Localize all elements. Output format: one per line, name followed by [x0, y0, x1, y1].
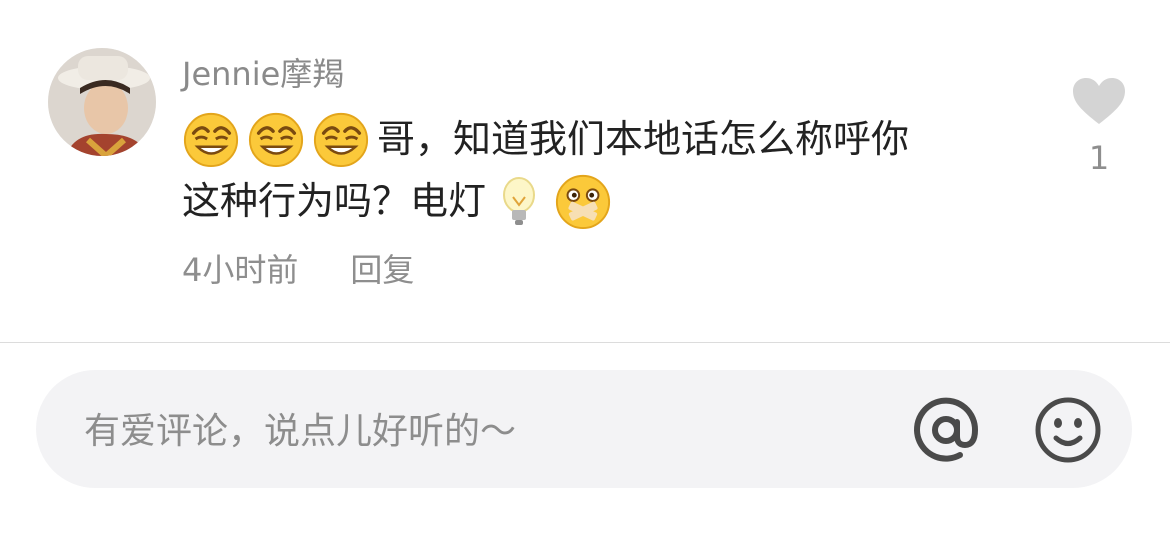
- comment-text-line-2: 这种行为吗？电灯: [182, 179, 487, 223]
- light-bulb-icon: [496, 175, 542, 227]
- smirk-face-icon: [182, 110, 240, 168]
- username[interactable]: Jennie摩羯: [182, 52, 344, 96]
- smirk-face-icon: [247, 110, 305, 168]
- comment-time: 4小时前: [182, 251, 299, 289]
- smile-face-icon: [1035, 397, 1101, 463]
- comment-line-1: 哥，知道我们本地话怎么称呼你: [182, 108, 1042, 170]
- emoji-button[interactable]: [1030, 392, 1106, 468]
- mention-button[interactable]: [908, 392, 984, 468]
- smirk-face-icon: [312, 110, 370, 168]
- reply-button[interactable]: 回复: [350, 246, 414, 294]
- heart-icon: [1073, 78, 1125, 124]
- comment-text-line-1: 哥，知道我们本地话怎么称呼你: [377, 117, 910, 161]
- comment-line-2: 这种行为吗？电灯: [182, 170, 1042, 232]
- at-icon: [914, 397, 979, 462]
- comment-input[interactable]: [82, 400, 846, 462]
- avatar-image: [48, 48, 156, 156]
- avatar[interactable]: [48, 48, 156, 156]
- mouth-taped-face-icon: [554, 172, 612, 230]
- comment-meta: 4小时前 回复: [182, 246, 414, 294]
- divider: [0, 342, 1170, 343]
- comment-composer: [36, 370, 1132, 488]
- like-button[interactable]: 1: [1068, 76, 1130, 178]
- like-count: 1: [1088, 139, 1110, 177]
- comment-body: 哥，知道我们本地话怎么称呼你 这种行为吗？电灯: [182, 108, 1042, 232]
- comment-item: Jennie摩羯 哥，知道我们本地话怎么称呼你 这种行为吗？电灯 4小时前 回复…: [0, 0, 1170, 342]
